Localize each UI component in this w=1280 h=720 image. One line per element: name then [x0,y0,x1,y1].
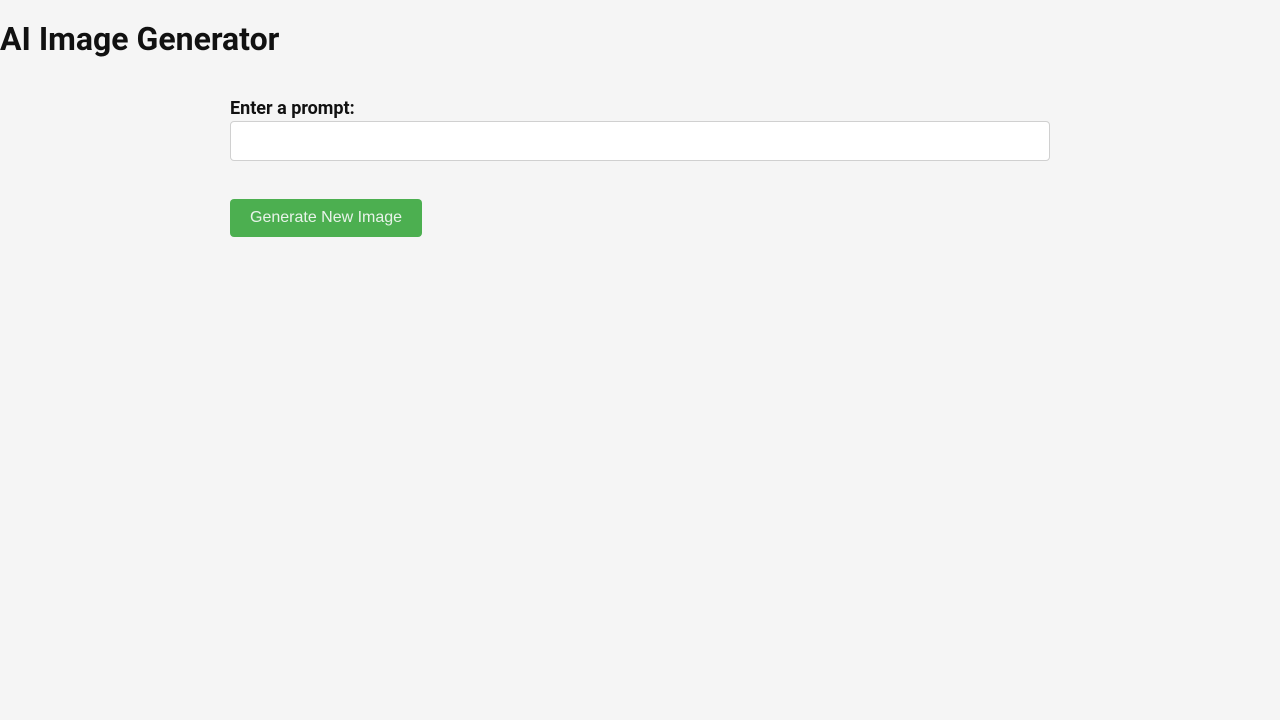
prompt-input[interactable] [230,121,1050,161]
page-title: AI Image Generator [0,0,1280,58]
main-form-container: Enter a prompt: Generate New Image [230,58,1050,237]
generate-button[interactable]: Generate New Image [230,199,422,237]
prompt-label: Enter a prompt: [230,98,1050,119]
